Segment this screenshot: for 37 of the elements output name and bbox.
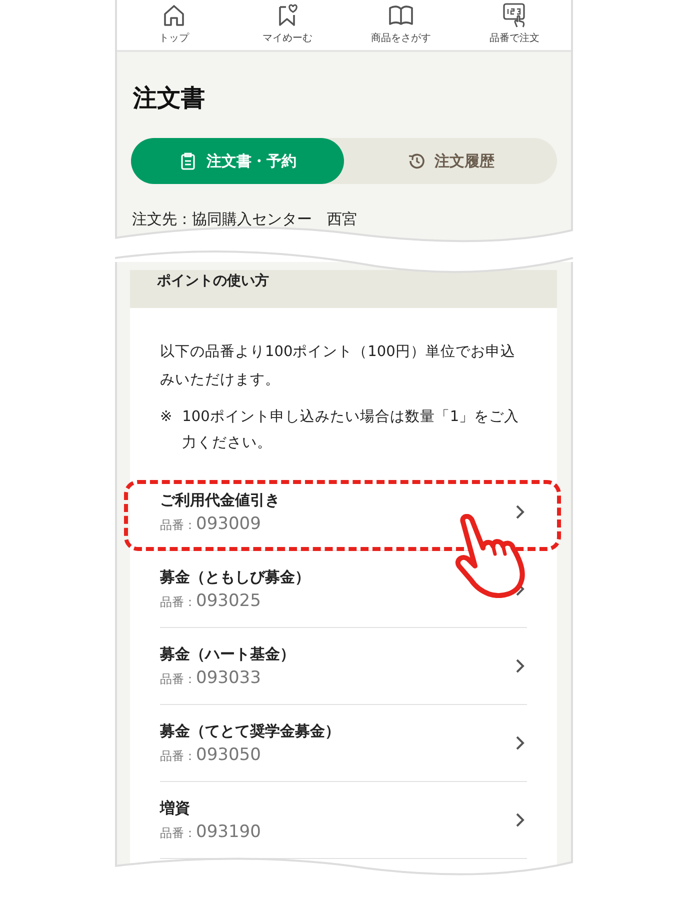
nav-button[interactable]: 品番で注文: [458, 0, 571, 50]
chevron-icon: [515, 812, 525, 828]
tab[interactable]: 注文履歴: [344, 138, 557, 184]
list-item[interactable]: 募金（ともしび募金） 品番：093025: [160, 551, 527, 628]
history-icon: [406, 152, 424, 170]
item-name: 募金（ともしび募金）: [160, 568, 311, 586]
description-text: 以下の品番より100ポイント（100円）単位でお申込みいただけます。: [160, 343, 516, 390]
item-name: 募金（ハート基金）: [160, 644, 296, 664]
order-destination: 注文先：協同購入センター 西宮: [132, 210, 358, 229]
item-code: 093009: [196, 514, 261, 534]
item-name: 増資: [160, 798, 191, 818]
item-code: 093025: [196, 590, 261, 610]
clipboard-icon: [178, 152, 196, 170]
chevron-icon: [515, 504, 525, 520]
chevron-icon: [515, 658, 525, 674]
item-name: 募金（てとて奨学金募金）: [160, 722, 341, 740]
list-item[interactable]: 増資 品番：093190: [160, 782, 527, 859]
section-title: ポイントの使い方: [157, 272, 269, 290]
page-title: 注文書: [133, 83, 206, 114]
note-text: 100ポイント申し込みたい場合は数量「1」をご入力ください。: [182, 408, 520, 453]
tab[interactable]: 注文書・予約: [131, 138, 344, 184]
code-label: 品番：: [160, 516, 196, 534]
item-code: 093050: [196, 744, 261, 764]
item-code: 093190: [196, 822, 261, 842]
code-label: 品番：: [160, 748, 196, 764]
note-mark: ※: [160, 408, 172, 427]
nav-button[interactable]: マイめーむ: [230, 0, 344, 50]
item-name: ご利用代金値引き: [160, 490, 281, 510]
code-label: 品番：: [160, 670, 196, 688]
code-label: 品番：: [160, 824, 196, 842]
chevron-icon: [515, 735, 525, 751]
list-item[interactable]: 募金（ハート基金） 品番：093033: [160, 628, 527, 705]
code-label: 品番：: [160, 594, 196, 610]
item-code: 093033: [196, 668, 261, 688]
nav-button[interactable]: トップ: [117, 0, 230, 50]
list-item[interactable]: 募金（てとて奨学金募金） 品番：093050: [160, 705, 527, 782]
nav-button[interactable]: 商品をさがす: [344, 0, 458, 50]
